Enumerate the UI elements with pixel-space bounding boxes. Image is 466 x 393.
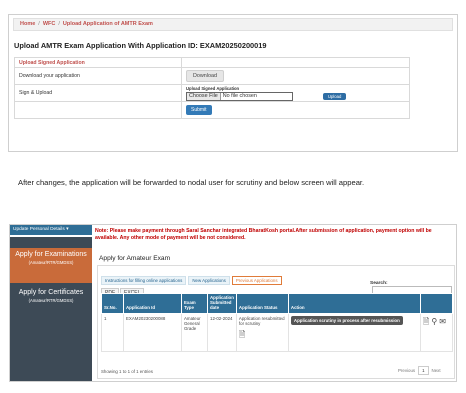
table-row: 1 EXAM20230200088 Amateur General Grade … bbox=[101, 313, 454, 352]
column-header[interactable]: Application Id bbox=[123, 293, 182, 314]
attachment-icon[interactable]: ⚲ bbox=[431, 317, 437, 326]
status-badge: Application scrutiny in process after re… bbox=[290, 316, 403, 325]
column-header[interactable]: Sr.No. bbox=[101, 293, 124, 314]
column-header[interactable]: Application Submitted date bbox=[207, 293, 237, 314]
sidebar-item-certificates[interactable]: Apply for Certificates (Amateur/RTR/GMDS… bbox=[10, 286, 92, 303]
applications-panel: Instructions for filling online applicat… bbox=[97, 265, 455, 379]
document-icon[interactable]: 🗎 bbox=[239, 329, 245, 343]
instruction-paragraph: After changes, the application will be f… bbox=[18, 178, 365, 187]
sidebar-item-sub: (Amateur/RTR/GMDSS) bbox=[28, 298, 74, 303]
tab-bar: Instructions for filling online applicat… bbox=[101, 269, 284, 285]
file-input[interactable]: Choose File No file chosen bbox=[186, 91, 293, 101]
table-header: Upload Signed Application bbox=[14, 57, 182, 68]
column-header[interactable]: Exam Type bbox=[181, 293, 208, 314]
message-icon[interactable]: ✉ bbox=[439, 317, 446, 326]
no-file-text: No file chosen bbox=[222, 92, 257, 99]
submit-button[interactable]: Submit bbox=[186, 105, 212, 115]
sidebar-item-label: Apply for Examinations bbox=[15, 251, 87, 258]
sidebar-item-label: Apply for Certificates bbox=[18, 289, 84, 296]
upload-table: Upload Signed Application Download your … bbox=[14, 57, 410, 119]
breadcrumb-home[interactable]: Home bbox=[20, 21, 35, 27]
breadcrumb-wfc[interactable]: WFC bbox=[43, 21, 56, 27]
previous-button[interactable]: Previous bbox=[398, 368, 415, 373]
tab-new-applications[interactable]: New Applications bbox=[188, 276, 230, 285]
status-text: Application resubmitted for scrutiny bbox=[238, 316, 285, 326]
chevron-down-icon: ▾ bbox=[66, 227, 69, 232]
sidebar: Apply for Examinations (Amateur/RTR/GMDS… bbox=[10, 237, 92, 381]
update-details-button[interactable]: Update Personal Details ▾ bbox=[10, 225, 92, 235]
cell-exam-type: Amateur General Grade bbox=[181, 313, 208, 352]
page-1-button[interactable]: 1 bbox=[418, 366, 429, 375]
cell-app-id: EXAM20230200088 bbox=[123, 313, 182, 352]
view-document-icon[interactable]: 🗎 bbox=[423, 316, 429, 330]
cell-icons: 🗎 ⚲ ✉ bbox=[419, 313, 454, 352]
entries-info: Showing 1 to 1 of 1 entries bbox=[101, 369, 153, 374]
next-button[interactable]: Next bbox=[432, 368, 441, 373]
cell-action: Application scrutiny in process after re… bbox=[287, 313, 421, 352]
breadcrumb: Home / WFC / Upload Application of AMTR Exam bbox=[13, 18, 453, 31]
column-header[interactable]: Action bbox=[287, 293, 421, 314]
section-title: Apply for Amateur Exam bbox=[99, 255, 171, 262]
payment-note: Note: Please make payment through Saral … bbox=[95, 228, 432, 241]
cell-date: 12-02-2024 bbox=[207, 313, 237, 352]
upload-field-label: Upload Signed Application bbox=[186, 85, 240, 91]
upload-application-panel: Home / WFC / Upload Application of AMTR Exam… bbox=[8, 14, 458, 152]
cell-status: Application resubmitted for scrutiny 🗎 bbox=[235, 313, 289, 352]
pagination: Previous 1 Next bbox=[398, 366, 441, 375]
column-header-blank bbox=[419, 293, 454, 314]
sidebar-item-sub: (Amateur/RTR/GMDSS) bbox=[28, 260, 74, 265]
download-row-label: Download your application bbox=[14, 67, 182, 85]
apply-exam-panel: Update Personal Details ▾ Apply for Exam… bbox=[9, 224, 457, 382]
page-title: Upload AMTR Exam Application With Applic… bbox=[14, 41, 267, 50]
column-header[interactable]: Application Status bbox=[235, 293, 289, 314]
breadcrumb-current: Upload Application of AMTR Exam bbox=[62, 21, 153, 27]
sidebar-item-examinations[interactable]: Apply for Examinations (Amateur/RTR/GMDS… bbox=[10, 248, 92, 283]
cell-sr: 1 bbox=[101, 313, 124, 352]
sign-upload-label: Sign & Upload bbox=[14, 84, 182, 102]
upload-button[interactable]: Upload bbox=[323, 92, 347, 100]
download-button[interactable]: Download bbox=[186, 70, 224, 82]
export-buttons: PDFEXCEL bbox=[101, 281, 145, 297]
choose-file-button[interactable]: Choose File bbox=[187, 92, 221, 100]
tab-previous-applications[interactable]: Previous Applications bbox=[231, 276, 282, 285]
applications-table: Sr.No. Application Id Exam Type Applicat… bbox=[101, 293, 454, 352]
